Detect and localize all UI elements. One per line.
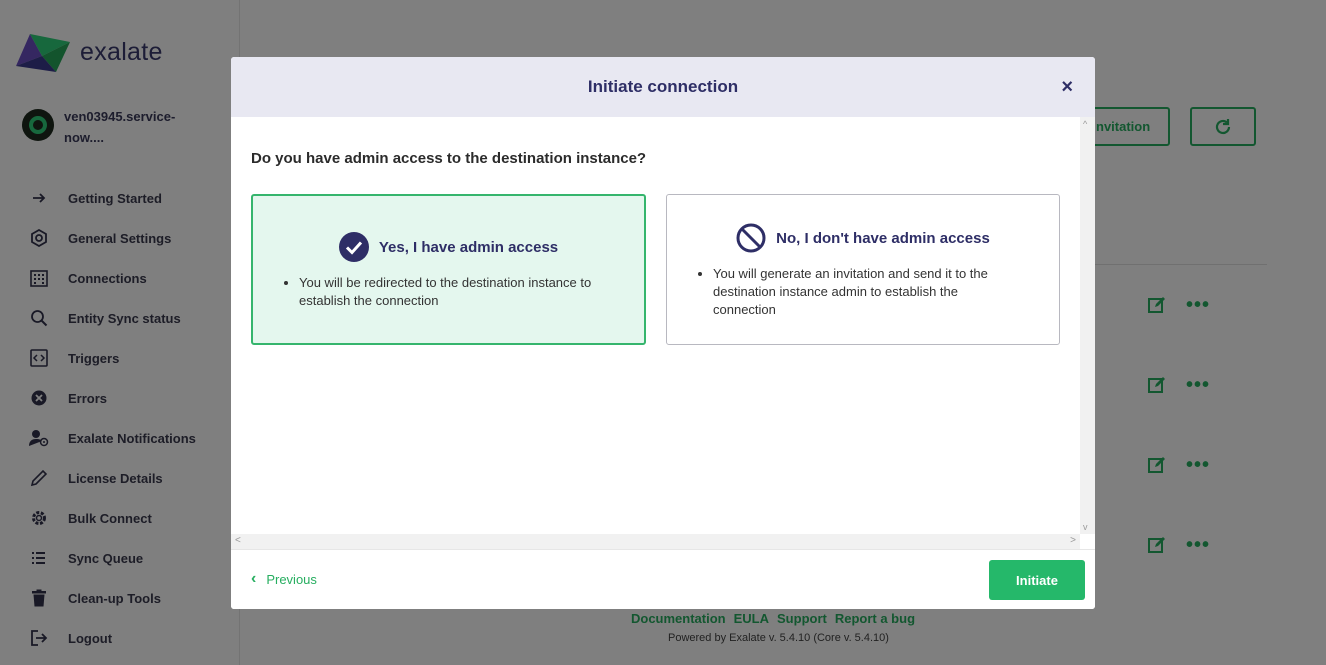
previous-button[interactable]: ‹ Previous bbox=[251, 570, 317, 588]
scroll-down-icon[interactable]: v bbox=[1083, 522, 1088, 532]
scroll-left-icon[interactable]: < bbox=[235, 535, 241, 546]
option-description: You will generate an invitation and send… bbox=[713, 265, 1019, 319]
close-icon[interactable]: × bbox=[1061, 77, 1073, 97]
option-description-list: You will generate an invitation and send… bbox=[713, 265, 1059, 319]
modal-footer: ‹ Previous Initiate bbox=[231, 549, 1095, 609]
option-yes-admin-access[interactable]: Yes, I have admin access You will be red… bbox=[251, 194, 646, 345]
option-header: No, I don't have admin access bbox=[667, 223, 1059, 253]
initiate-button[interactable]: Initiate bbox=[989, 560, 1085, 600]
scroll-right-icon[interactable]: > bbox=[1070, 535, 1076, 546]
check-circle-icon bbox=[338, 232, 369, 262]
previous-label: Previous bbox=[266, 571, 317, 587]
option-title: Yes, I have admin access bbox=[378, 238, 559, 256]
option-header: Yes, I have admin access bbox=[253, 232, 644, 262]
option-title: No, I don't have admin access bbox=[776, 229, 990, 247]
chevron-left-icon: ‹ bbox=[251, 570, 257, 587]
modal-title: Initiate connection bbox=[587, 77, 739, 96]
initiate-connection-dialog: Initiate connection × Do you have admin … bbox=[231, 57, 1095, 609]
option-no-admin-access[interactable]: No, I don't have admin access You will g… bbox=[666, 194, 1060, 345]
vertical-scrollbar[interactable]: ^ v bbox=[1080, 117, 1095, 534]
option-description: You will be redirected to the destinatio… bbox=[299, 274, 624, 310]
modal-header: Initiate connection × bbox=[231, 57, 1095, 117]
admin-access-question: Do you have admin access to the destinat… bbox=[251, 150, 647, 167]
prohibited-icon bbox=[736, 223, 766, 253]
modal-body: Do you have admin access to the destinat… bbox=[231, 117, 1080, 534]
option-description-list: You will be redirected to the destinatio… bbox=[299, 274, 644, 310]
horizontal-scrollbar[interactable]: < > bbox=[231, 534, 1080, 549]
scroll-up-icon[interactable]: ^ bbox=[1083, 119, 1087, 129]
